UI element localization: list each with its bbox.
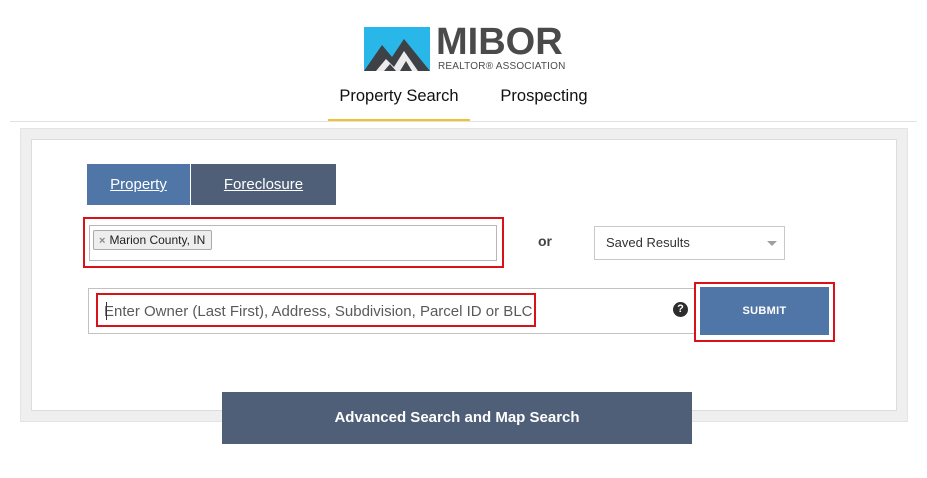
or-label: or bbox=[538, 233, 552, 249]
highlight-submit bbox=[694, 282, 835, 342]
saved-results-value: Saved Results bbox=[606, 235, 690, 250]
tab-foreclosure[interactable]: Foreclosure bbox=[191, 164, 336, 205]
tab-property[interactable]: Property bbox=[87, 164, 190, 205]
nav-divider bbox=[10, 121, 917, 122]
mibor-logo: MIBOR REALTOR® ASSOCIATION bbox=[364, 21, 574, 74]
tab-property-search[interactable]: Property Search bbox=[328, 84, 470, 122]
logo-tagline: REALTOR® ASSOCIATION bbox=[438, 61, 566, 72]
chevron-down-icon bbox=[767, 241, 777, 246]
help-icon[interactable]: ? bbox=[673, 302, 688, 317]
logo-wordmark: MIBOR bbox=[436, 21, 563, 63]
mountain-logo-icon bbox=[364, 27, 430, 71]
advanced-search-button[interactable]: Advanced Search and Map Search bbox=[222, 392, 692, 444]
saved-results-select[interactable]: Saved Results bbox=[594, 226, 785, 260]
highlight-search-input bbox=[96, 293, 536, 327]
tab-prospecting[interactable]: Prospecting bbox=[484, 84, 604, 122]
highlight-location bbox=[83, 217, 504, 268]
